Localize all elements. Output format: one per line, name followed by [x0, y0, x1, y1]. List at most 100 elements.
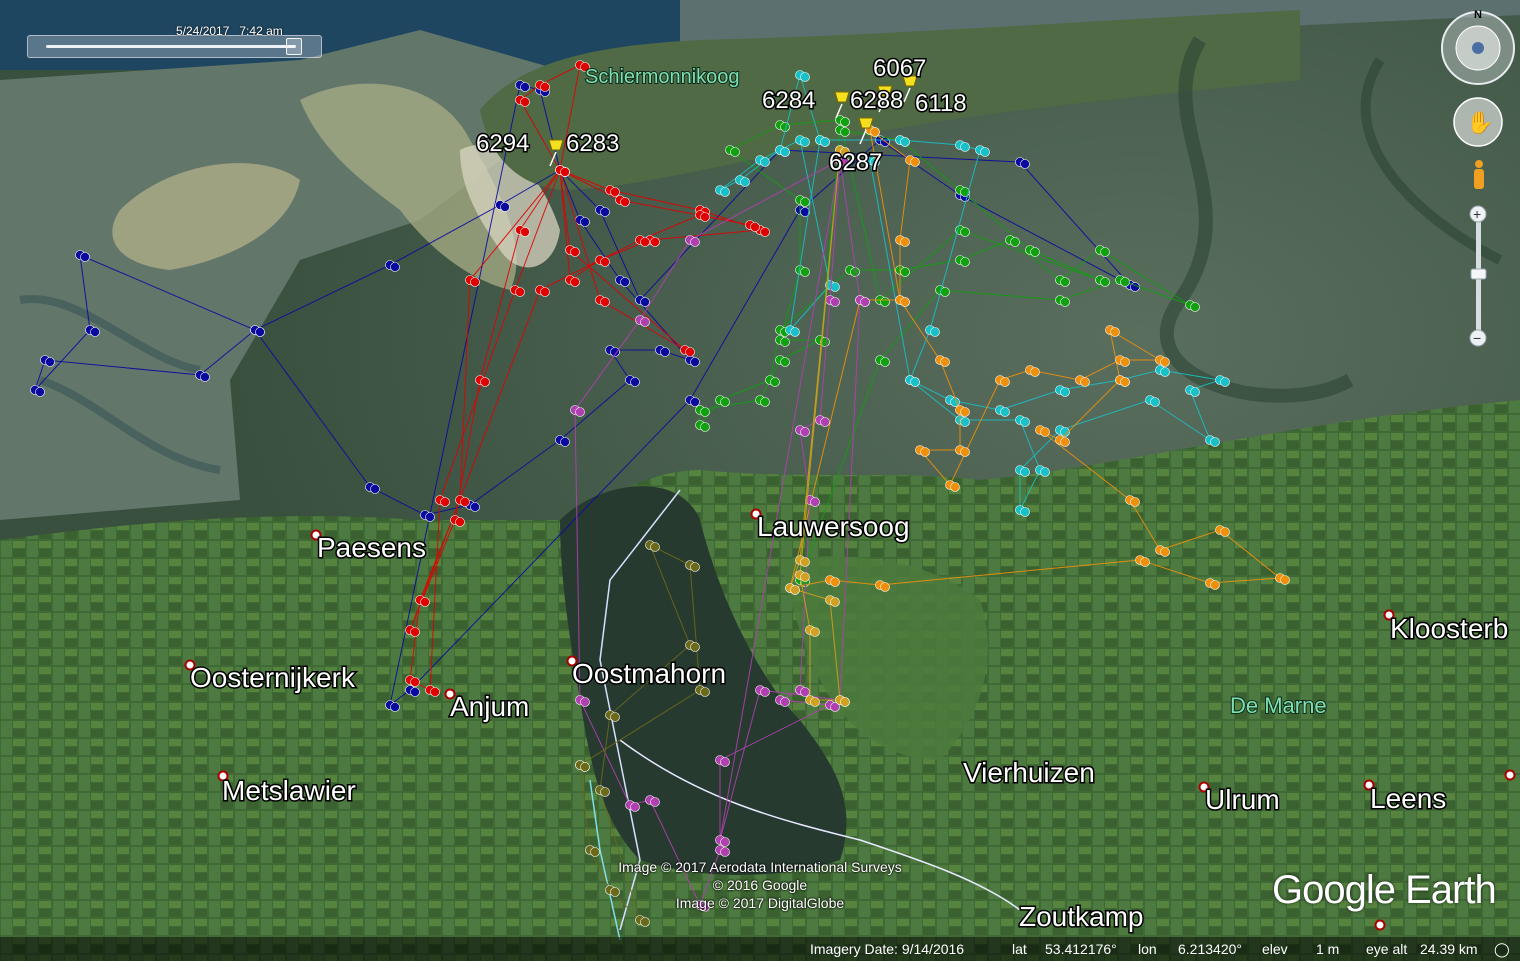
- place-label-metslawier[interactable]: Metslawier: [221, 774, 358, 808]
- track-point[interactable]: [940, 357, 950, 367]
- track-point[interactable]: [980, 147, 990, 157]
- track-point[interactable]: [520, 97, 530, 107]
- place-label-zoutkamp[interactable]: Zoutkamp: [1018, 900, 1146, 934]
- track-point[interactable]: [780, 147, 790, 157]
- track-point[interactable]: [600, 297, 610, 307]
- track-point[interactable]: [760, 687, 770, 697]
- track-point[interactable]: [920, 447, 930, 457]
- track-point[interactable]: [880, 357, 890, 367]
- track-point[interactable]: [730, 147, 740, 157]
- track-point[interactable]: [780, 697, 790, 707]
- track-point[interactable]: [950, 482, 960, 492]
- place-label-oosternijkerk[interactable]: Oosternijkerk: [189, 661, 358, 695]
- track-point[interactable]: [830, 282, 840, 292]
- time-slider-handle[interactable]: [286, 38, 302, 55]
- track-point[interactable]: [540, 287, 550, 297]
- track-point[interactable]: [720, 397, 730, 407]
- track-point[interactable]: [1020, 159, 1030, 169]
- track-point[interactable]: [650, 797, 660, 807]
- track-point[interactable]: [480, 377, 490, 387]
- track-point[interactable]: [470, 277, 480, 287]
- place-label-paesens[interactable]: Paesens: [316, 531, 428, 565]
- track-point[interactable]: [630, 802, 640, 812]
- place-label-ulrum[interactable]: Ulrum: [1204, 783, 1282, 817]
- pegman-icon[interactable]: [1474, 160, 1484, 189]
- track-point[interactable]: [1280, 575, 1290, 585]
- track-point[interactable]: [740, 177, 750, 187]
- track-point[interactable]: [390, 702, 400, 712]
- track-point[interactable]: [620, 277, 630, 287]
- track-point[interactable]: [600, 787, 610, 797]
- track-point[interactable]: [640, 297, 650, 307]
- track-point[interactable]: [690, 357, 700, 367]
- track-point[interactable]: [830, 597, 840, 607]
- track-point[interactable]: [1000, 407, 1010, 417]
- track-point[interactable]: [910, 377, 920, 387]
- track-point[interactable]: [840, 117, 850, 127]
- track-point[interactable]: [840, 697, 850, 707]
- place-label-leens[interactable]: Leens: [1369, 782, 1448, 816]
- track-point[interactable]: [1220, 377, 1230, 387]
- track-point[interactable]: [630, 377, 640, 387]
- tag-label-6283[interactable]: 6283: [565, 129, 621, 159]
- track-point[interactable]: [1140, 557, 1150, 567]
- track-point[interactable]: [800, 197, 810, 207]
- tag-label-6287[interactable]: 6287: [828, 148, 884, 178]
- track-point[interactable]: [900, 237, 910, 247]
- track-point[interactable]: [810, 497, 820, 507]
- track-point[interactable]: [720, 837, 730, 847]
- track-point[interactable]: [690, 237, 700, 247]
- track-point[interactable]: [1060, 277, 1070, 287]
- track-point[interactable]: [580, 217, 590, 227]
- track-point[interactable]: [80, 252, 90, 262]
- track-point[interactable]: [700, 212, 710, 222]
- track-point[interactable]: [690, 562, 700, 572]
- track-point[interactable]: [560, 167, 570, 177]
- track-point[interactable]: [830, 297, 840, 307]
- track-point[interactable]: [1120, 357, 1130, 367]
- track-point[interactable]: [35, 387, 45, 397]
- track-point[interactable]: [790, 585, 800, 595]
- track-point[interactable]: [800, 72, 810, 82]
- track-point[interactable]: [800, 427, 810, 437]
- track-point[interactable]: [470, 502, 480, 512]
- track-point[interactable]: [820, 137, 830, 147]
- track-point[interactable]: [960, 142, 970, 152]
- track-point[interactable]: [1080, 377, 1090, 387]
- track-point[interactable]: [820, 417, 830, 427]
- time-slider[interactable]: 5/24/2017 7:42 am: [27, 24, 322, 58]
- track-point[interactable]: [425, 512, 435, 522]
- track-point[interactable]: [660, 347, 670, 357]
- track-point[interactable]: [790, 327, 800, 337]
- track-point[interactable]: [960, 447, 970, 457]
- track-point[interactable]: [1100, 277, 1110, 287]
- track-point[interactable]: [410, 627, 420, 637]
- track-point[interactable]: [1060, 437, 1070, 447]
- track-point[interactable]: [460, 497, 470, 507]
- track-point[interactable]: [800, 267, 810, 277]
- track-point[interactable]: [560, 437, 570, 447]
- track-point[interactable]: [850, 267, 860, 277]
- track-point[interactable]: [1190, 387, 1200, 397]
- track-point[interactable]: [960, 227, 970, 237]
- track-point[interactable]: [840, 127, 850, 137]
- track-point[interactable]: [960, 407, 970, 417]
- track-point[interactable]: [720, 757, 730, 767]
- track-point[interactable]: [640, 317, 650, 327]
- track-point[interactable]: [390, 262, 400, 272]
- track-point[interactable]: [600, 207, 610, 217]
- place-label-anjum[interactable]: Anjum: [449, 690, 531, 724]
- track-point[interactable]: [1020, 467, 1030, 477]
- track-point[interactable]: [720, 187, 730, 197]
- track-point[interactable]: [760, 397, 770, 407]
- track-point[interactable]: [1020, 417, 1030, 427]
- track-point[interactable]: [590, 847, 600, 857]
- track-point[interactable]: [1150, 397, 1160, 407]
- track-point[interactable]: [515, 287, 525, 297]
- track-point[interactable]: [575, 407, 585, 417]
- track-point[interactable]: [1040, 427, 1050, 437]
- track-point[interactable]: [370, 484, 380, 494]
- track-point[interactable]: [780, 337, 790, 347]
- track-point[interactable]: [810, 697, 820, 707]
- track-point[interactable]: [570, 247, 580, 257]
